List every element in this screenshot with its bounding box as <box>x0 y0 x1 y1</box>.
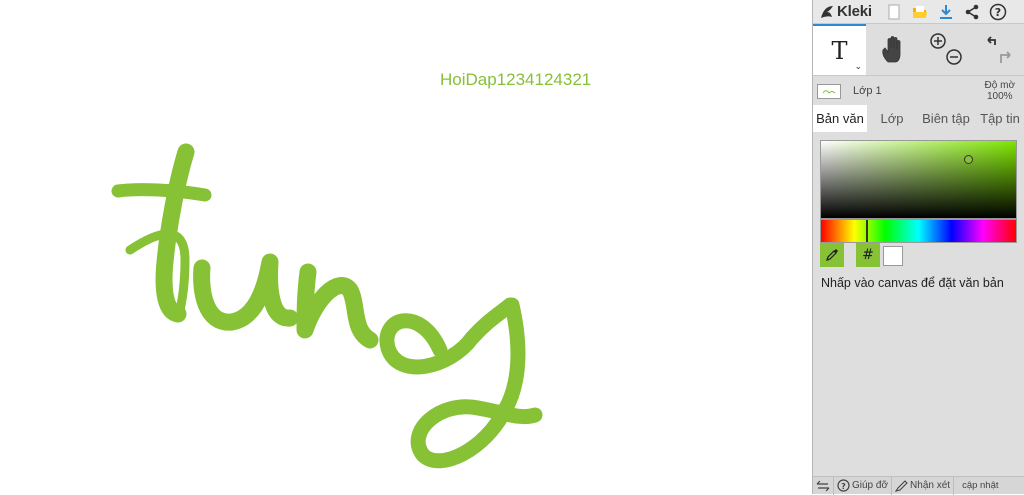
help-icon: ? <box>989 3 1007 20</box>
hue-slider[interactable] <box>820 219 1017 243</box>
text-tool-hint: Nhấp vào canvas để đặt văn bản <box>821 276 1004 290</box>
panel-tabs: Bản văn Lớp Biên tập Tập tin <box>813 105 1024 132</box>
zoom-icons[interactable] <box>926 30 966 70</box>
layer-opacity[interactable]: Độ mờ 100% <box>985 80 1015 102</box>
open-button[interactable] <box>907 0 933 24</box>
top-toolbar: Kleki ? <box>813 0 1024 24</box>
new-button[interactable] <box>881 0 907 24</box>
help-label: Giúp đỡ <box>852 480 889 491</box>
layer-name: Lớp 1 <box>853 85 882 97</box>
layer-thumbnail <box>817 83 841 99</box>
text-tool-button[interactable]: T ⌄ <box>813 24 866 75</box>
zoom-controls <box>919 24 972 75</box>
tool-row: T ⌄ <box>813 24 1024 76</box>
help-link[interactable]: ? Giúp đỡ <box>834 476 893 495</box>
undo-redo-controls <box>972 24 1024 75</box>
handwritten-artwork <box>111 143 543 469</box>
logo-icon <box>821 5 833 18</box>
chevron-down-icon: ⌄ <box>854 61 862 71</box>
share-button[interactable] <box>959 0 985 24</box>
hue-marker[interactable] <box>866 220 868 242</box>
feedback-icon <box>895 479 908 492</box>
feedback-label: Nhận xét <box>910 480 951 491</box>
open-icon <box>913 5 927 18</box>
hex-input-button[interactable]: # <box>856 243 880 267</box>
hand-tool-button[interactable] <box>866 24 919 75</box>
download-button[interactable] <box>933 0 959 24</box>
layer-row[interactable]: Lớp 1 Độ mờ 100% <box>813 77 1024 105</box>
tab-text[interactable]: Bản văn <box>813 105 867 132</box>
opacity-value: 100% <box>986 91 1013 102</box>
tab-layers[interactable]: Lớp <box>867 105 917 132</box>
color-controls: # <box>820 243 903 267</box>
tab-file[interactable]: Tập tin <box>975 105 1024 132</box>
side-panel: Kleki ? T ⌄ Lớp 1 Độ mờ 100% Bản văn Lớp… <box>812 0 1024 495</box>
download-icon <box>940 4 952 19</box>
hand-icon <box>881 35 900 62</box>
app-name: Kleki <box>837 3 872 20</box>
undo-redo-icons[interactable] <box>979 30 1019 70</box>
svg-text:?: ? <box>995 6 1001 19</box>
swap-arrows-icon <box>816 480 830 491</box>
help-circle-icon: ? <box>837 479 850 492</box>
update-label: cập nhật <box>962 480 999 491</box>
tab-edit[interactable]: Biên tập <box>917 105 975 132</box>
text-tab-panel: # Nhấp vào canvas để đặt văn bản <box>813 132 1024 464</box>
update-link[interactable]: cập nhật <box>954 480 999 491</box>
swap-panel-button[interactable] <box>813 476 834 495</box>
secondary-color-swatch[interactable] <box>883 246 903 266</box>
opacity-label: Độ mờ <box>984 80 1015 91</box>
app-logo[interactable]: Kleki <box>819 3 881 20</box>
new-icon <box>888 4 900 19</box>
text-tool-icon: T <box>831 36 848 65</box>
saturation-value-picker[interactable] <box>820 140 1017 219</box>
eyedropper-icon <box>826 249 838 261</box>
layer-preview-icon <box>822 89 836 94</box>
color-cursor[interactable] <box>964 155 973 164</box>
help-button[interactable]: ? <box>985 0 1011 24</box>
bottom-bar: ? Giúp đỡ Nhận xét cập nhật <box>813 476 1024 495</box>
share-icon <box>965 4 979 19</box>
feedback-link[interactable]: Nhận xét <box>892 476 955 495</box>
drawing-canvas[interactable]: HoiDap1234124321 <box>0 0 812 494</box>
eyedropper-button[interactable] <box>820 243 844 267</box>
svg-text:?: ? <box>841 482 846 491</box>
